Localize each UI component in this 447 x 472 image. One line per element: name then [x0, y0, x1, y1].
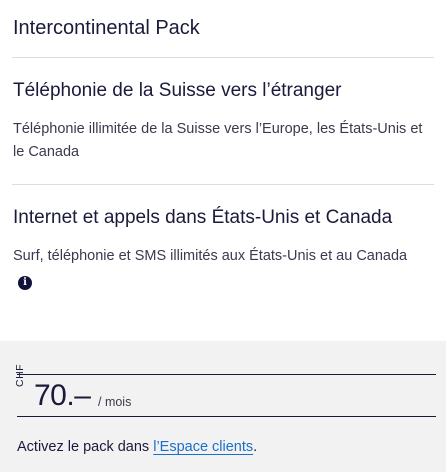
pack-details: Intercontinental Pack Téléphonie de la S… — [0, 0, 446, 341]
currency-label: CHF — [14, 363, 26, 387]
price-period: / mois — [98, 395, 132, 409]
price-amount: 70.– — [34, 379, 91, 412]
section-title-internet-calls: Internet et appels dans États-Unis et Ca… — [13, 207, 393, 228]
section-description-text: Surf, téléphonie et SMS illimités aux Ét… — [13, 248, 408, 264]
pack-title: Intercontinental Pack — [13, 17, 200, 39]
activation-period: . — [253, 439, 258, 455]
divider — [12, 184, 434, 185]
info-icon[interactable]: i — [18, 276, 32, 290]
price-footer: CHF 70.– / mois Activez le pack dans l’E… — [0, 341, 446, 472]
section-description-internet-calls: Surf, téléphonie et SMS illimités aux Ét… — [13, 245, 423, 291]
price-top-rule — [17, 374, 436, 375]
section-title-phone-abroad: Téléphonie de la Suisse vers l’étranger — [13, 80, 342, 101]
activation-note: Activez le pack dans l’Espace clients. — [17, 437, 257, 457]
customer-area-link[interactable]: l’Espace clients — [153, 439, 253, 455]
divider — [12, 57, 434, 58]
activation-text: Activez le pack dans — [17, 439, 154, 455]
price-bottom-rule — [17, 416, 436, 417]
pack-card: Intercontinental Pack Téléphonie de la S… — [0, 0, 446, 472]
section-description-phone-abroad: Téléphonie illimitée de la Suisse vers l… — [13, 121, 423, 160]
